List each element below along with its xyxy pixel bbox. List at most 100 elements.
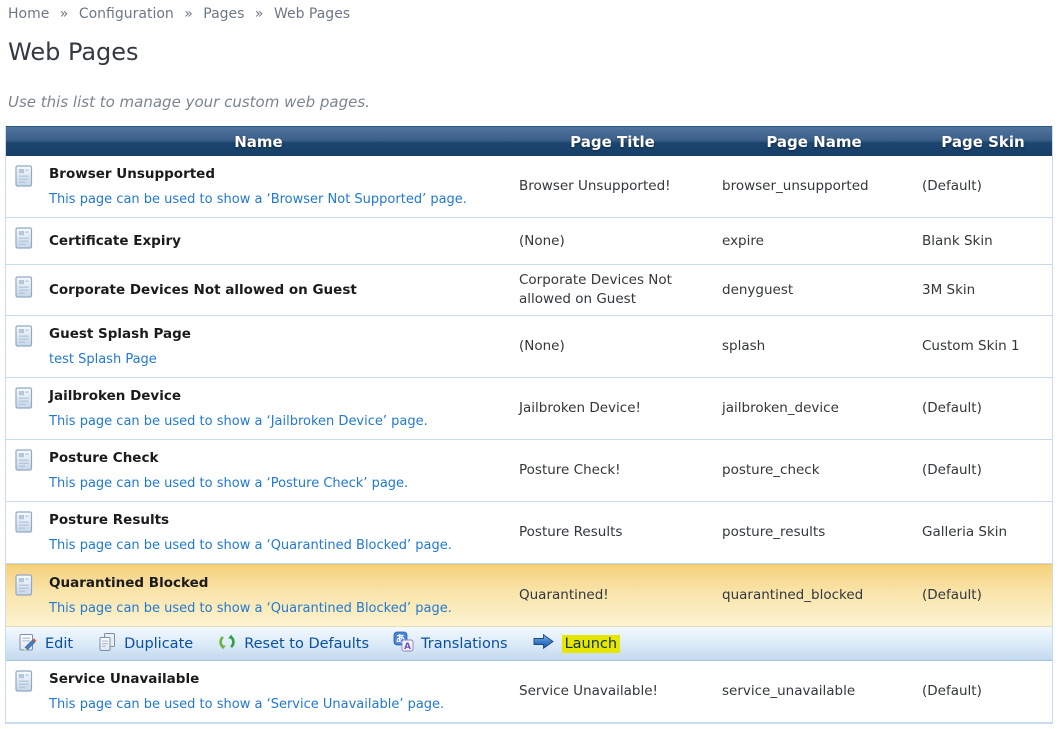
name-stack: Corporate Devices Not allowed on Guest [49,279,357,301]
name-stack: Posture Results This page can be used to… [49,510,452,555]
page-skin-cell: Custom Skin 1 [922,338,1020,354]
table-row[interactable]: Browser Unsupported This page can be use… [6,156,1052,218]
page-skin-cell: (Default) [922,462,982,478]
duplicate-button[interactable]: Duplicate [97,632,193,656]
table-row[interactable]: Quarantined Blocked This page can be use… [6,564,1052,627]
name-stack: Browser Unsupported This page can be use… [49,164,467,209]
page-row-name: Certificate Expiry [49,233,181,249]
name-cell: Posture Check This page can be used to s… [6,440,511,501]
document-icon [15,511,34,540]
name-stack: Guest Splash Page test Splash Page [49,324,191,369]
duplicate-icon [97,632,117,656]
document-icon [15,670,34,699]
page-skin-cell: (Default) [922,400,982,416]
column-header-page-name[interactable]: Page Name [714,133,914,151]
edit-button[interactable]: Edit [18,632,73,656]
page-skin-cell: 3M Skin [922,281,976,298]
breadcrumb-home[interactable]: Home [8,6,49,22]
translations-button[interactable]: あ A Translations [393,631,508,656]
page-row-description-link[interactable]: test Splash Page [49,351,191,369]
page-row-name: Corporate Devices Not allowed on Guest [49,282,357,298]
document-icon [15,227,34,256]
name-cell: Service Unavailable This page can be use… [6,661,511,722]
reset-to-defaults-button[interactable]: Reset to Defaults [217,632,369,656]
breadcrumb-configuration[interactable]: Configuration [79,6,174,22]
launch-icon [532,633,555,654]
breadcrumb: Home » Configuration » Pages » Web Pages [8,6,1058,22]
breadcrumb-separator: » [184,6,193,22]
page-name-cell: denyguest [722,281,794,298]
page-name-cell: quarantined_blocked [722,587,864,603]
name-cell: Guest Splash Page test Splash Page [6,316,511,377]
table-body: Browser Unsupported This page can be use… [6,156,1052,723]
table-row[interactable]: Corporate Devices Not allowed on Guest C… [6,265,1052,316]
document-icon [15,276,34,305]
table-header-row: Name Page Title Page Name Page Skin [6,126,1052,156]
page-title-cell: Posture Results [519,524,623,540]
page-title: Web Pages [8,38,139,66]
name-cell: Corporate Devices Not allowed on Guest [6,265,511,315]
page-skin-cell: (Default) [922,587,982,603]
table-row[interactable]: Service Unavailable This page can be use… [6,661,1052,723]
page-row-description-link[interactable]: This page can be used to show a ‘Quarant… [49,537,452,555]
breadcrumb-separator: » [254,6,264,22]
page-row-description-link[interactable]: This page can be used to show a ‘Jailbro… [49,413,428,431]
page-row-name: Quarantined Blocked [49,575,209,591]
table-row[interactable]: Posture Check This page can be used to s… [6,440,1052,502]
edit-icon [18,632,38,656]
name-stack: Service Unavailable This page can be use… [49,669,444,714]
page-row-name: Jailbroken Device [49,388,182,404]
page-name-cell: posture_check [722,462,820,478]
breadcrumb-pages[interactable]: Pages [203,6,244,22]
svg-text:A: A [404,642,411,652]
edit-label: Edit [45,635,74,652]
column-header-page-skin[interactable]: Page Skin [914,133,1052,151]
document-icon [15,165,34,194]
name-stack: Quarantined Blocked This page can be use… [49,573,452,618]
page-row-description-link[interactable]: This page can be used to show a ‘Quarant… [49,600,452,618]
launch-button[interactable]: Launch [532,633,621,654]
table-row[interactable]: Jailbroken Device This page can be used … [6,378,1052,440]
page-title-cell: (None) [519,338,565,354]
page-row-description-link[interactable]: This page can be used to show a ‘Posture… [49,475,408,493]
document-icon [15,325,34,354]
name-stack: Posture Check This page can be used to s… [49,448,408,493]
page-row-description-link[interactable]: This page can be used to show a ‘Browser… [49,191,467,209]
column-header-name[interactable]: Name [6,133,511,151]
table-row[interactable]: Posture Results This page can be used to… [6,502,1052,564]
name-cell: Posture Results This page can be used to… [6,502,511,563]
page-name-cell: service_unavailable [722,683,856,699]
page-name-cell: browser_unsupported [722,178,869,194]
page-title-cell: (None) [519,232,565,249]
table-row[interactable]: Guest Splash Page test Splash Page (None… [6,316,1052,378]
page-title-cell: Browser Unsupported! [519,178,671,194]
page-skin-cell: Blank Skin [922,232,993,249]
page-title-cell: Posture Check! [519,462,621,478]
name-cell: Quarantined Blocked This page can be use… [6,565,511,626]
page-name-cell: posture_results [722,524,826,540]
page-title-cell: Jailbroken Device! [519,400,641,416]
translations-label: Translations [421,635,508,652]
duplicate-label: Duplicate [124,635,194,652]
translations-icon: あ A [393,631,414,656]
name-cell: Jailbroken Device This page can be used … [6,378,511,439]
page-row-name: Posture Check [49,450,159,466]
name-cell: Browser Unsupported This page can be use… [6,156,511,217]
page-row-name: Service Unavailable [49,671,200,687]
page-name-cell: jailbroken_device [722,400,839,416]
column-header-page-title[interactable]: Page Title [511,133,714,151]
page-row-description-link[interactable]: This page can be used to show a ‘Service… [49,696,444,714]
launch-label: Launch [561,634,621,653]
page-row-name: Browser Unsupported [49,166,215,182]
page-row-name: Posture Results [49,512,170,528]
document-icon [15,449,34,478]
table-row[interactable]: Certificate Expiry (None) expire Blank S… [6,218,1052,265]
page-skin-cell: (Default) [922,683,982,699]
page-row-name: Guest Splash Page [49,326,191,342]
page-name-cell: expire [722,232,764,249]
web-pages-table: Name Page Title Page Name Page Skin Brow… [5,126,1053,724]
action-bar: Edit Duplicate Reset to Defaults あ A Tra… [6,627,1052,661]
page-title-cell: Corporate Devices Not allowed on Guest [519,272,672,307]
name-stack: Certificate Expiry [49,230,181,252]
document-icon [15,387,34,416]
